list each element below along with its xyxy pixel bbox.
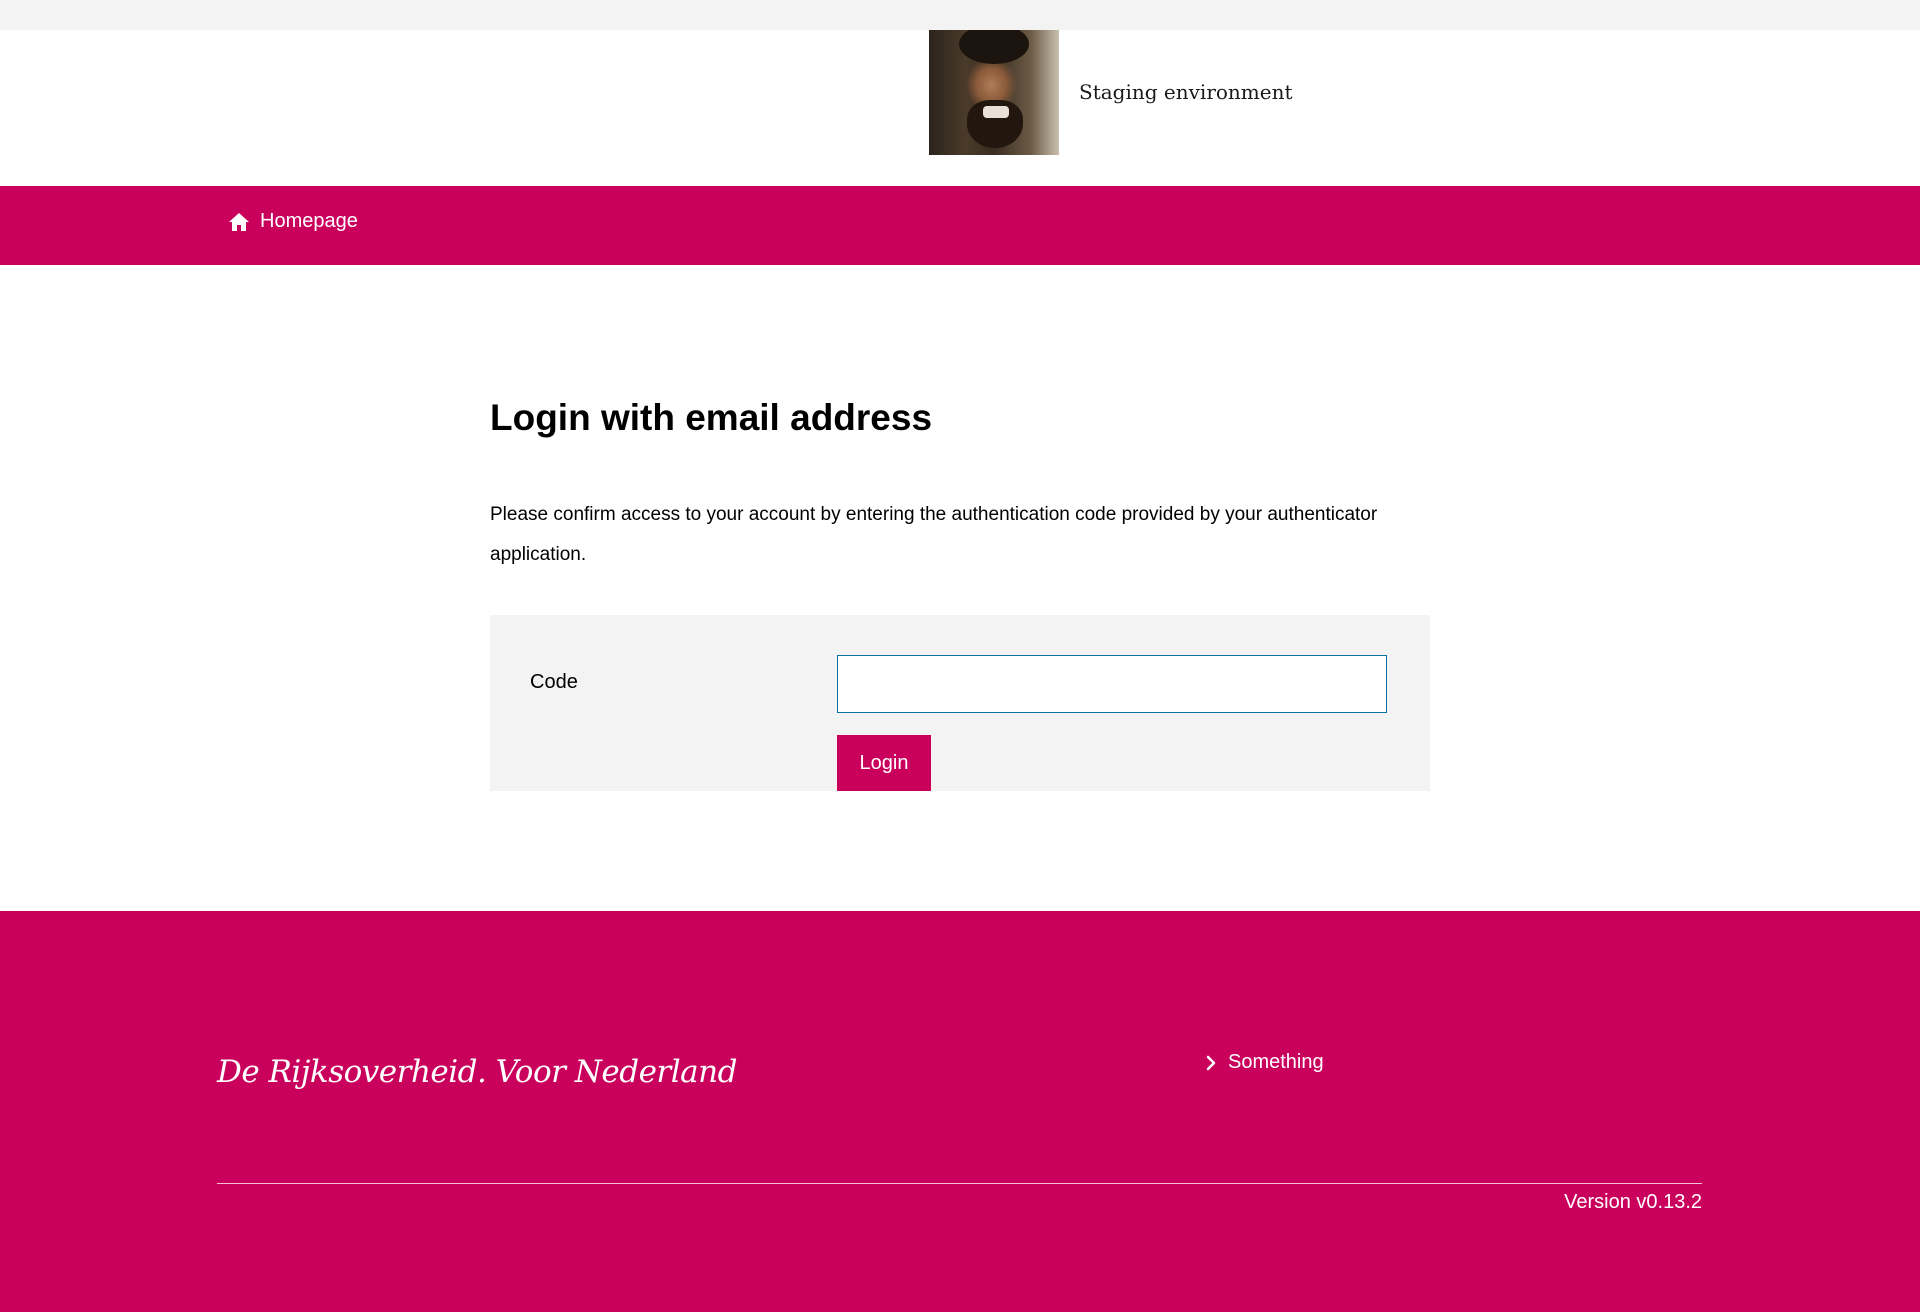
version-label: Version v0.13.2 (1564, 1191, 1702, 1213)
code-input[interactable] (837, 655, 1387, 713)
environment-label: Staging environment (1079, 80, 1293, 104)
footer-link-something[interactable]: Something (1206, 1051, 1324, 1074)
page-title: Login with email address (490, 397, 933, 438)
code-label: Code (530, 671, 578, 693)
intro-text: Please confirm access to your account by… (490, 504, 1378, 565)
logo-mouth (983, 106, 1009, 118)
site-header: Staging environment (0, 30, 1920, 186)
footer-link-label: Something (1228, 1051, 1324, 1073)
logo-hair (959, 30, 1029, 64)
site-footer: De Rijksoverheid. Voor Nederland Somethi… (0, 911, 1920, 1312)
login-button[interactable]: Login (837, 735, 931, 791)
nav-homepage-label: Homepage (260, 210, 358, 232)
footer-divider (217, 1183, 1702, 1184)
nav-homepage-link[interactable]: Homepage (228, 210, 358, 233)
footer-tagline: De Rijksoverheid. Voor Nederland (217, 1054, 737, 1090)
login-form: Code Login (490, 615, 1430, 791)
home-icon (228, 212, 250, 232)
chevron-right-icon (1206, 1055, 1216, 1071)
site-logo[interactable] (929, 30, 1059, 155)
top-strip (0, 0, 1920, 30)
main-navigation: Homepage (0, 186, 1920, 265)
